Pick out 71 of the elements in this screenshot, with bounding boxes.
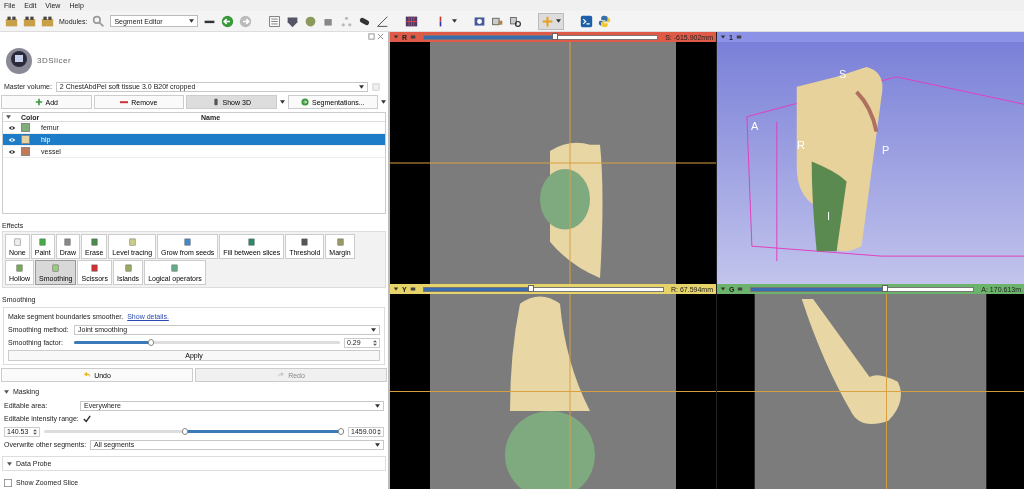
logo-text: 3DSlicer	[37, 56, 72, 66]
nodes-icon[interactable]	[340, 14, 354, 28]
tool-icon	[123, 263, 133, 273]
tool-icon	[38, 237, 48, 247]
tool-icon	[90, 263, 100, 273]
color-swatch[interactable]	[21, 123, 30, 133]
eye-icon[interactable]	[8, 148, 16, 155]
caret-icon[interactable]	[279, 100, 285, 105]
caret-icon[interactable]	[6, 115, 11, 120]
orientation-label: P	[882, 144, 890, 156]
link-icon[interactable]	[737, 286, 744, 292]
tool-icon	[170, 263, 180, 273]
slider-handle[interactable]	[182, 428, 188, 436]
spin-arrows-icon	[377, 428, 381, 435]
caret-icon	[375, 403, 380, 408]
crosshair-button[interactable]	[538, 12, 565, 30]
link-icon[interactable]	[410, 34, 417, 40]
shield-icon[interactable]	[286, 14, 300, 28]
spin-arrows-icon	[33, 428, 37, 435]
tool-icon	[15, 263, 24, 273]
orientation-label: I	[827, 210, 831, 222]
caret-icon[interactable]	[381, 100, 386, 105]
slicer-logo-icon	[4, 45, 34, 76]
crosshair-icon	[541, 14, 555, 28]
python-icon[interactable]	[598, 14, 612, 28]
slider-handle[interactable]	[551, 32, 558, 40]
tool-icon	[335, 237, 345, 247]
link-icon[interactable]	[409, 286, 416, 292]
caret-icon	[371, 327, 376, 332]
tool-icon	[63, 237, 73, 247]
checkbox[interactable]	[82, 414, 91, 423]
search-icon[interactable]	[92, 14, 106, 28]
scroll-handle-icon[interactable]	[372, 82, 380, 91]
eye-icon[interactable]	[8, 124, 16, 131]
orientation-label: A	[751, 120, 759, 132]
orientation-label: R	[797, 139, 805, 151]
cylinder-icon	[211, 98, 220, 107]
ruler-icon[interactable]	[376, 14, 390, 28]
slider-handle[interactable]	[148, 339, 155, 347]
tool-icon	[300, 237, 310, 247]
camera-icon[interactable]	[473, 14, 487, 28]
console-icon[interactable]	[580, 14, 594, 28]
plus-icon	[34, 98, 43, 107]
arrow-circle-icon	[301, 98, 309, 107]
slider-handle[interactable]	[528, 284, 535, 292]
slider-handle[interactable]	[881, 284, 888, 292]
caret-icon	[4, 389, 9, 394]
tool-icon	[247, 237, 257, 247]
caret-icon[interactable]	[452, 19, 458, 23]
grid-icon[interactable]	[405, 14, 419, 28]
caret-icon	[189, 19, 195, 23]
magnifier-icon[interactable]	[509, 14, 523, 28]
checkbox[interactable]	[4, 478, 12, 487]
tool-icon	[89, 237, 99, 247]
color-swatch[interactable]	[21, 147, 30, 157]
slider-handle[interactable]	[338, 428, 344, 436]
caret-icon	[556, 19, 562, 23]
back-arrow-icon[interactable]	[221, 14, 235, 28]
table-icon[interactable]	[268, 14, 282, 28]
tool-icon	[12, 237, 22, 247]
sphere-icon[interactable]	[304, 14, 318, 28]
spin-arrows-icon	[373, 339, 377, 346]
caret-icon	[7, 461, 12, 466]
tool-icon	[127, 237, 137, 247]
color-swatch[interactable]	[21, 135, 30, 145]
close-icon[interactable]	[377, 33, 384, 40]
caret-icon	[359, 84, 364, 89]
caret-icon	[375, 442, 380, 447]
tool-icon	[51, 263, 61, 273]
link-icon[interactable]	[735, 34, 742, 40]
tool-icon	[183, 237, 193, 247]
